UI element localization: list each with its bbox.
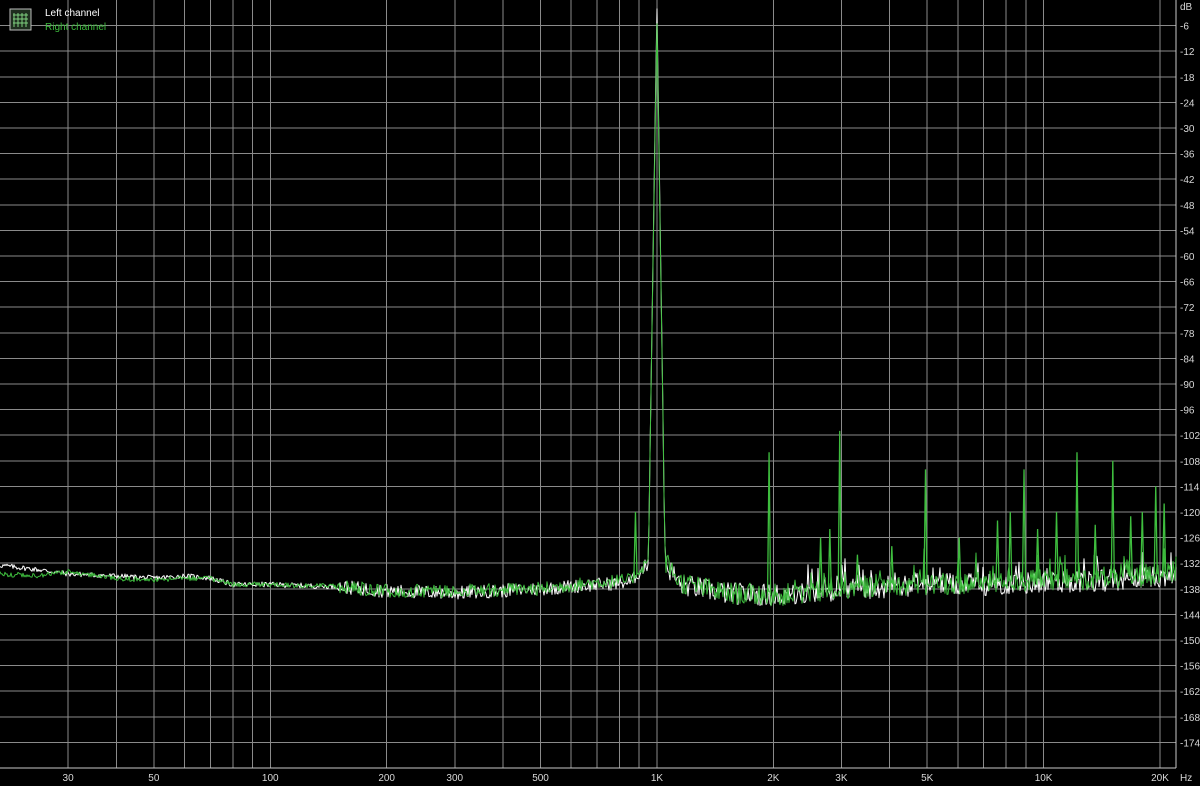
- y-tick-label: -174: [1180, 738, 1200, 749]
- spectrum-chart: -6 -12 -18 -24 -30 -36 -42 -48 -54 -60 -66 -72 -78 -8…: [0, 0, 1200, 786]
- x-tick-label: 500: [532, 773, 549, 784]
- y-tick-label: -72: [1180, 303, 1195, 314]
- y-tick-label: -12: [1180, 47, 1195, 58]
- plot-background: [0, 0, 1200, 786]
- y-unit-label: dB: [1180, 2, 1193, 13]
- x-tick-label: 20K: [1151, 773, 1169, 784]
- y-tick-label: -96: [1180, 406, 1195, 417]
- y-tick-label: -168: [1180, 713, 1200, 724]
- x-tick-label: 100: [262, 773, 279, 784]
- legend-left-channel: Left channel: [45, 8, 100, 19]
- x-tick-label: 5K: [921, 773, 934, 784]
- y-tick-label: -36: [1180, 150, 1195, 161]
- legend-right-channel: Right channel: [45, 22, 106, 33]
- x-tick-label: 200: [378, 773, 395, 784]
- y-tick-label: -54: [1180, 226, 1195, 237]
- y-tick-label: -162: [1180, 687, 1200, 698]
- y-tick-label: -48: [1180, 201, 1195, 212]
- y-tick-label: -102: [1180, 431, 1200, 442]
- x-tick-label: 10K: [1035, 773, 1053, 784]
- y-tick-label: -114: [1180, 482, 1200, 493]
- x-tick-label: 1K: [651, 773, 664, 784]
- y-tick-label: -66: [1180, 278, 1195, 289]
- y-tick-label: -156: [1180, 662, 1200, 673]
- y-tick-label: -24: [1180, 98, 1195, 109]
- y-tick-label: -132: [1180, 559, 1200, 570]
- y-tick-label: -150: [1180, 636, 1200, 647]
- x-tick-label: 50: [148, 773, 160, 784]
- y-tick-label: -60: [1180, 252, 1195, 263]
- y-tick-label: -126: [1180, 534, 1200, 545]
- y-tick-label: -18: [1180, 73, 1195, 84]
- x-tick-label: 300: [446, 773, 463, 784]
- y-tick-label: -90: [1180, 380, 1195, 391]
- y-tick-label: -30: [1180, 124, 1195, 135]
- y-tick-label: -42: [1180, 175, 1195, 186]
- x-tick-label: 2K: [767, 773, 780, 784]
- x-unit-label: Hz: [1180, 773, 1192, 784]
- y-tick-label: -6: [1180, 22, 1189, 33]
- x-tick-label: 30: [63, 773, 75, 784]
- x-tick-label: 3K: [835, 773, 848, 784]
- y-tick-label: -144: [1180, 610, 1200, 621]
- y-tick-label: -78: [1180, 329, 1195, 340]
- y-tick-label: -84: [1180, 354, 1195, 365]
- y-tick-label: -120: [1180, 508, 1200, 519]
- y-tick-label: -138: [1180, 585, 1200, 596]
- y-tick-label: -108: [1180, 457, 1200, 468]
